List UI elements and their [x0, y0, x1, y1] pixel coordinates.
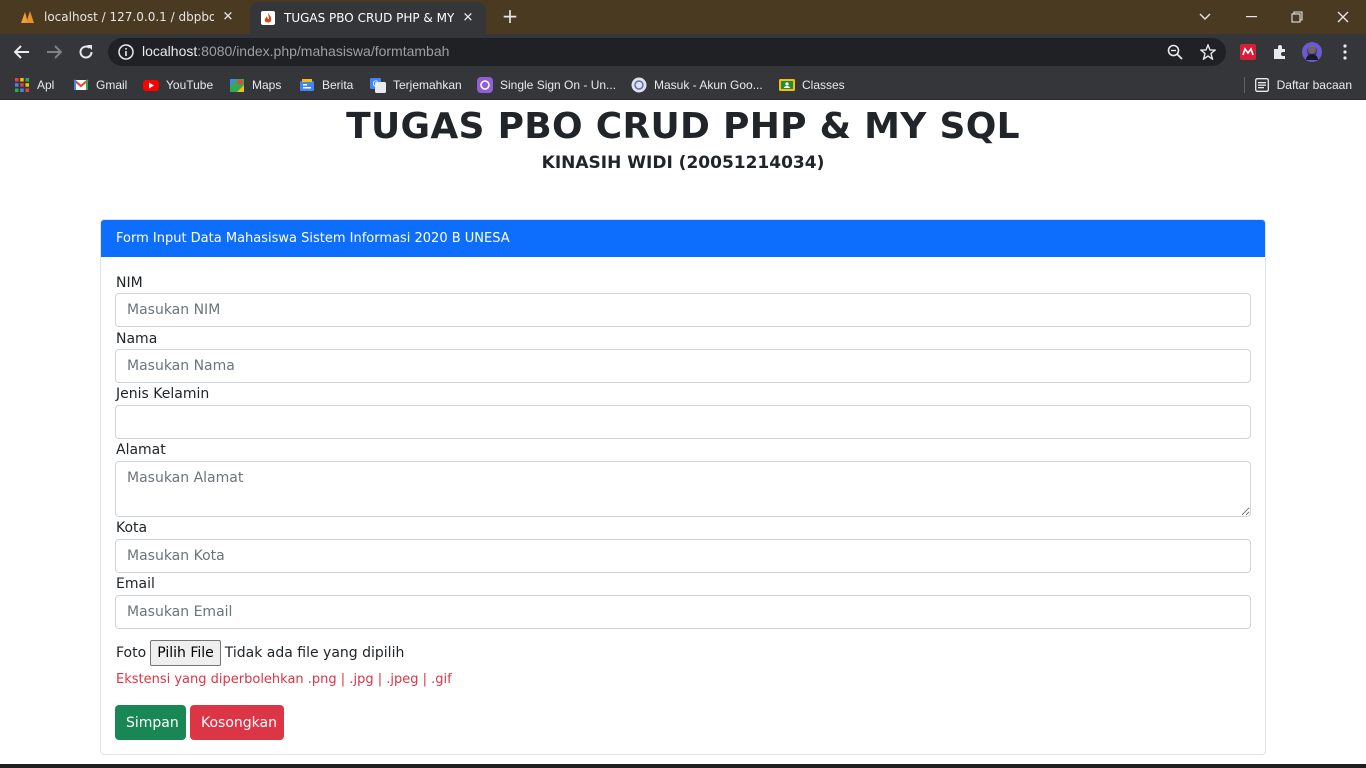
- bookmark-google-account[interactable]: Masuk - Akun Goo...: [631, 76, 763, 94]
- zoom-icon[interactable]: [1166, 43, 1184, 61]
- bookmark-label: Single Sign On - Un...: [500, 78, 617, 92]
- bookmark-gmail[interactable]: Gmail: [73, 76, 127, 94]
- codeigniter-icon: [260, 10, 276, 26]
- tab-title: localhost / 127.0.0.1 / dbpbo / tr: [44, 10, 214, 24]
- menu-dots-icon[interactable]: [1336, 43, 1354, 61]
- bookmark-label: Berita: [322, 78, 354, 92]
- extensions-puzzle-icon[interactable]: [1271, 43, 1289, 61]
- tab-strip: localhost / 127.0.0.1 / dbpbo / tr ✕ TUG…: [0, 0, 1366, 34]
- gmail-icon: [73, 77, 89, 93]
- divider: [1243, 77, 1245, 93]
- card-header: Form Input Data Mahasiswa Sistem Informa…: [101, 220, 1265, 257]
- bookmark-label: Apl: [37, 78, 55, 92]
- kota-input[interactable]: [115, 539, 1251, 573]
- page-subtitle: KINASIH WIDI (20051214034): [541, 153, 825, 173]
- kota-label: Kota: [116, 520, 148, 536]
- url-path: :8080/index.php/mahasiswa/formtambah: [197, 43, 450, 59]
- bookmark-sso[interactable]: Single Sign On - Un...: [477, 76, 616, 94]
- new-tab-button[interactable]: +: [498, 5, 522, 29]
- forward-arrow-icon[interactable]: [41, 39, 67, 65]
- save-button[interactable]: Simpan: [115, 705, 186, 740]
- email-label: Email: [116, 576, 155, 592]
- bookmark-berita[interactable]: Berita: [299, 76, 353, 94]
- jenis-kelamin-label: Jenis Kelamin: [116, 386, 210, 402]
- bookmark-label: Terjemahkan: [393, 78, 462, 92]
- browser-toolbar: localhost:8080/index.php/mahasiswa/formt…: [0, 34, 1366, 70]
- reading-list-label: Daftar bacaan: [1276, 78, 1352, 92]
- close-tab-icon[interactable]: ✕: [460, 11, 476, 26]
- input-form-card: Form Input Data Mahasiswa Sistem Informa…: [100, 219, 1266, 755]
- nim-label: NIM: [116, 275, 143, 291]
- address-bar[interactable]: localhost:8080/index.php/mahasiswa/formt…: [108, 38, 1226, 66]
- apps-grid-icon: [14, 77, 30, 93]
- alamat-label: Alamat: [116, 442, 166, 458]
- unesa-logo-icon: [631, 77, 647, 93]
- sso-icon: [477, 77, 493, 93]
- youtube-icon: [143, 77, 159, 93]
- tab-title: TUGAS PBO CRUD PHP & MY SQL: [284, 11, 454, 25]
- close-tab-icon[interactable]: ✕: [220, 10, 236, 25]
- bookmark-label: YouTube: [166, 78, 214, 92]
- bookmark-label: Masuk - Akun Goo...: [654, 78, 763, 92]
- back-arrow-icon[interactable]: [9, 39, 35, 65]
- bookmark-star-icon[interactable]: [1199, 43, 1217, 61]
- svg-text:G: G: [373, 80, 379, 89]
- mendeley-extension-icon[interactable]: [1239, 43, 1257, 61]
- bookmark-youtube[interactable]: YouTube: [143, 76, 213, 94]
- maps-icon: [229, 77, 245, 93]
- url-host: localhost: [142, 43, 198, 59]
- alamat-textarea[interactable]: [115, 461, 1251, 517]
- reading-list-icon: [1254, 78, 1269, 92]
- taskbar-edge: [0, 764, 1366, 768]
- tab-phpmyadmin[interactable]: localhost / 127.0.0.1 / dbpbo / tr ✕: [8, 0, 246, 34]
- file-status-text: Tidak ada file yang dipilih: [224, 645, 405, 661]
- bookmark-apps[interactable]: Apl: [14, 76, 54, 94]
- page-title: TUGAS PBO CRUD PHP & MY SQL: [346, 106, 1020, 147]
- bookmark-classes[interactable]: Classes: [779, 76, 845, 94]
- nim-input[interactable]: [115, 293, 1251, 327]
- foto-label: Foto: [116, 645, 147, 661]
- reload-icon[interactable]: [73, 39, 99, 65]
- page-content: TUGAS PBO CRUD PHP & MY SQL KINASIH WIDI…: [0, 101, 1366, 768]
- nama-input[interactable]: [115, 349, 1251, 383]
- tab-crud-active[interactable]: TUGAS PBO CRUD PHP & MY SQL ✕: [250, 2, 486, 34]
- jenis-kelamin-input[interactable]: [115, 405, 1251, 439]
- google-translate-icon: G: [370, 77, 386, 93]
- foto-upload-row: Foto Pilih File Tidak ada file yang dipi…: [116, 640, 404, 666]
- bookmark-label: Maps: [252, 78, 282, 92]
- tab-search-icon[interactable]: [1182, 0, 1228, 34]
- bookmark-maps[interactable]: Maps: [229, 76, 281, 94]
- google-news-icon: [299, 77, 315, 93]
- extension-hint: Ekstensi yang diperbolehkan .png | .jpg …: [116, 672, 452, 687]
- bookmark-label: Gmail: [96, 78, 128, 92]
- choose-file-button[interactable]: Pilih File: [150, 640, 221, 666]
- phpmyadmin-icon: [20, 9, 36, 25]
- google-classroom-icon: [779, 77, 795, 93]
- reading-list[interactable]: Daftar bacaan: [1243, 76, 1352, 94]
- bookmarks-bar: Apl Gmail YouTube Maps Berita G Terjemah…: [0, 70, 1366, 100]
- minimize-button[interactable]: [1228, 0, 1274, 34]
- bookmark-terjemahkan[interactable]: G Terjemahkan: [370, 76, 462, 94]
- profile-avatar[interactable]: [1302, 42, 1322, 62]
- close-window-button[interactable]: [1320, 0, 1366, 34]
- site-info-icon[interactable]: [118, 44, 134, 64]
- clear-button[interactable]: Kosongkan: [190, 705, 284, 740]
- url-text[interactable]: localhost:8080/index.php/mahasiswa/formt…: [142, 43, 449, 59]
- email-input[interactable]: [115, 595, 1251, 629]
- bookmark-label: Classes: [802, 78, 845, 92]
- restore-button[interactable]: [1274, 0, 1320, 34]
- nama-label: Nama: [116, 331, 158, 347]
